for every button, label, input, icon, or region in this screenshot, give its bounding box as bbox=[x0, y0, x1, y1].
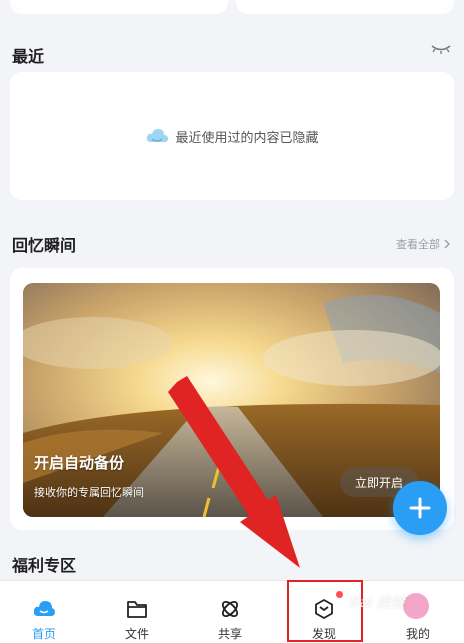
chevron-right-icon bbox=[444, 239, 450, 249]
eye-closed-icon[interactable] bbox=[430, 40, 452, 56]
see-all-label: 查看全部 bbox=[396, 238, 440, 251]
add-fab-button[interactable] bbox=[393, 481, 447, 535]
recent-hidden-text: 最近使用过的内容已隐藏 bbox=[175, 130, 319, 146]
avatar[interactable] bbox=[403, 593, 429, 619]
tab-mine-label: 我的 bbox=[405, 627, 430, 641]
memories-title: 回忆瞬间 bbox=[12, 236, 77, 255]
tab-files[interactable]: 文件 bbox=[97, 581, 177, 643]
tab-files-label: 文件 bbox=[124, 627, 149, 641]
folder-icon bbox=[127, 601, 147, 618]
cloud-icon bbox=[147, 129, 169, 142]
plus-icon bbox=[409, 497, 431, 519]
tab-discover[interactable]: 发现 bbox=[284, 581, 364, 643]
tab-discover-label: 发现 bbox=[311, 627, 336, 641]
tab-home[interactable]: 首页 bbox=[4, 581, 84, 643]
memory-card[interactable]: 开启自动备份 接收你的专属回忆瞬间 立即开启 bbox=[10, 268, 454, 530]
recent-hidden-note: 最近使用过的内容已隐藏 bbox=[145, 127, 319, 146]
recent-title: 最近 bbox=[12, 47, 45, 66]
welfare-title: 福利专区 bbox=[12, 556, 77, 575]
see-all-link[interactable]: 查看全部 bbox=[396, 236, 450, 252]
top-card-right[interactable] bbox=[236, 0, 454, 14]
watermark: Bai 经验 bbox=[350, 595, 405, 611]
top-card-left[interactable] bbox=[10, 0, 228, 14]
screen: 最近 最近使用过的内容已隐藏 回忆瞬间 查看全部 开启自动备份 接收你的专属回忆… bbox=[0, 0, 464, 643]
backup-title: 开启自动备份 bbox=[34, 454, 125, 472]
discover-icon bbox=[315, 599, 333, 619]
tab-share-label: 共享 bbox=[217, 627, 242, 641]
recent-card: 最近使用过的内容已隐藏 bbox=[10, 72, 454, 200]
tab-share[interactable]: 共享 bbox=[190, 581, 270, 643]
discover-badge-dot bbox=[336, 591, 343, 598]
share-icon bbox=[221, 600, 239, 618]
cloud-icon bbox=[33, 601, 55, 616]
backup-subtitle: 接收你的专属回忆瞬间 bbox=[34, 486, 144, 499]
tab-home-label: 首页 bbox=[31, 627, 56, 641]
